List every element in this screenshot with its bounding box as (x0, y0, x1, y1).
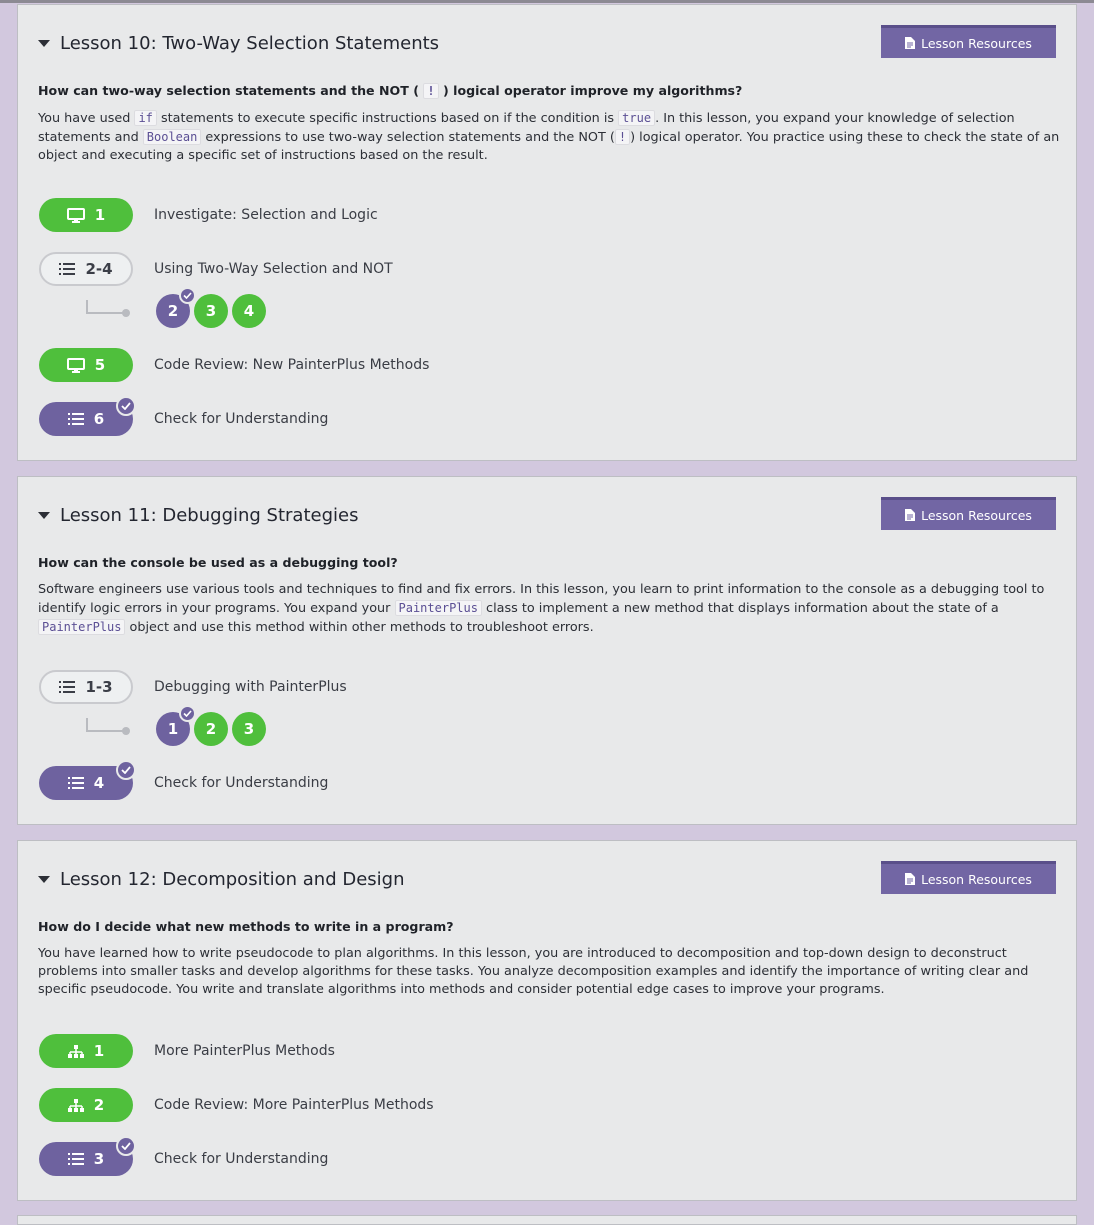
activity-badge-5[interactable]: 5 (39, 348, 133, 382)
desc-text: class to implement a new method that dis… (481, 601, 999, 616)
tree-connector (86, 300, 130, 317)
activity-number: 1 (93, 1042, 105, 1060)
code-not-operator: ! (423, 83, 439, 99)
activity-number: 5 (94, 356, 106, 374)
sub-activity-number: 4 (243, 302, 255, 320)
activity-number: 4 (93, 774, 105, 792)
lesson-header-toggle[interactable]: Lesson 12: Decomposition and Design (38, 867, 405, 891)
activity-link[interactable]: Investigate: Selection and Logic (154, 207, 378, 223)
activity-number: 2 (93, 1096, 105, 1114)
caret-down-icon[interactable] (38, 875, 50, 883)
activity-badge-1[interactable]: 1 (39, 1034, 133, 1068)
lesson-title: Lesson 12: Decomposition and Design (60, 868, 405, 890)
desc-text: expressions to use two-way selection sta… (201, 130, 615, 145)
lesson-title: Lesson 11: Debugging Strategies (60, 504, 359, 526)
lesson-resources-button[interactable]: Lesson Resources (881, 861, 1056, 894)
activity-badge-1-3[interactable]: 1-3 (39, 670, 133, 704)
sub-activity-3[interactable]: 3 (232, 712, 266, 746)
next-lesson-card-edge (17, 1215, 1077, 1225)
monitor-icon (66, 357, 85, 373)
lesson-card-11: Lesson 11: Debugging Strategies Lesson R… (17, 476, 1077, 825)
activity-number: 1-3 (85, 678, 113, 696)
activity-link[interactable]: Check for Understanding (154, 411, 328, 427)
sub-activity-3[interactable]: 3 (194, 294, 228, 328)
document-icon (905, 37, 916, 49)
sub-activity-2[interactable]: 2 (156, 287, 196, 328)
activity-number: 6 (93, 410, 105, 428)
desc-text: object and use this method within other … (125, 620, 594, 635)
activity-link[interactable]: Debugging with PainterPlus (154, 679, 347, 695)
check-icon (179, 705, 196, 722)
list-icon (59, 681, 76, 693)
activity-badge-6[interactable]: 6 (39, 396, 136, 436)
check-icon (179, 287, 196, 304)
lesson-resources-button[interactable]: Lesson Resources (881, 497, 1056, 530)
activity-link[interactable]: Using Two-Way Selection and NOT (154, 261, 393, 277)
question-text-end: ) logical operator improve my algorithms… (442, 83, 743, 98)
lesson-description: You have learned how to write pseudocode… (38, 946, 1029, 997)
list-icon (67, 413, 84, 425)
list-icon (67, 777, 84, 789)
activity-link[interactable]: Code Review: New PainterPlus Methods (154, 357, 429, 373)
lesson-header-toggle[interactable]: Lesson 10: Two-Way Selection Statements (38, 31, 439, 55)
check-icon (116, 1136, 136, 1156)
monitor-icon (66, 207, 85, 223)
lesson-question: How can two-way selection statements and… (38, 83, 743, 99)
desc-text: You have used (38, 111, 135, 126)
lesson-card-10: Lesson 10: Two-Way Selection Statements … (17, 4, 1077, 461)
sub-activity-1[interactable]: 1 (156, 705, 196, 746)
activity-badge-3[interactable]: 3 (39, 1136, 136, 1176)
desc-text: statements to execute specific instructi… (156, 111, 619, 126)
code-true: true (618, 110, 656, 126)
activity-number: 2-4 (85, 260, 113, 278)
code-painterplus: PainterPlus (394, 600, 482, 616)
code-boolean: Boolean (142, 129, 202, 145)
list-icon (59, 263, 76, 275)
lesson-question: How can the console be used as a debuggi… (38, 555, 398, 570)
activity-badge-4[interactable]: 4 (39, 760, 136, 800)
activity-link[interactable]: Check for Understanding (154, 1151, 328, 1167)
check-icon (116, 396, 136, 416)
caret-down-icon[interactable] (38, 511, 50, 519)
document-icon (905, 873, 916, 885)
list-icon (67, 1153, 84, 1165)
caret-down-icon[interactable] (38, 39, 50, 47)
sub-activity-number: 1 (167, 720, 179, 738)
lesson-description: Software engineers use various tools and… (38, 581, 1063, 637)
activity-link[interactable]: More PainterPlus Methods (154, 1043, 335, 1059)
activity-link[interactable]: Check for Understanding (154, 775, 328, 791)
question-text: How can two-way selection statements and… (38, 83, 419, 98)
activity-badge-2-4[interactable]: 2-4 (39, 252, 133, 286)
check-icon (116, 760, 136, 780)
activity-number: 3 (93, 1150, 105, 1168)
sub-activity-number: 2 (167, 302, 179, 320)
lesson-title: Lesson 10: Two-Way Selection Statements (60, 32, 440, 54)
tree-connector (86, 718, 130, 735)
sub-activity-number: 3 (205, 302, 217, 320)
code-if: if (134, 110, 157, 126)
activity-link[interactable]: Code Review: More PainterPlus Methods (154, 1097, 434, 1113)
code-not-operator: ! (614, 129, 631, 145)
lesson-question: How do I decide what new methods to writ… (38, 919, 454, 934)
activity-number: 1 (94, 206, 106, 224)
sitemap-icon (67, 1044, 84, 1058)
sub-activity-4[interactable]: 4 (232, 294, 266, 328)
activity-badge-2[interactable]: 2 (39, 1088, 133, 1122)
sitemap-icon (67, 1098, 84, 1112)
sub-activity-2[interactable]: 2 (194, 712, 228, 746)
activity-badge-1[interactable]: 1 (39, 198, 133, 232)
sub-activity-number: 3 (243, 720, 255, 738)
lesson-description: You have used if statements to execute s… (38, 109, 1063, 165)
lesson-resources-label: Lesson Resources (921, 871, 1032, 887)
sub-activity-number: 2 (205, 720, 217, 738)
lesson-resources-button[interactable]: Lesson Resources (881, 25, 1056, 58)
lesson-resources-label: Lesson Resources (921, 507, 1032, 523)
lesson-resources-label: Lesson Resources (921, 35, 1032, 51)
document-icon (905, 509, 916, 521)
lesson-card-12: Lesson 12: Decomposition and Design Less… (17, 840, 1077, 1201)
top-divider (0, 0, 1094, 3)
lesson-header-toggle[interactable]: Lesson 11: Debugging Strategies (38, 503, 358, 527)
code-painterplus: PainterPlus (38, 619, 126, 635)
